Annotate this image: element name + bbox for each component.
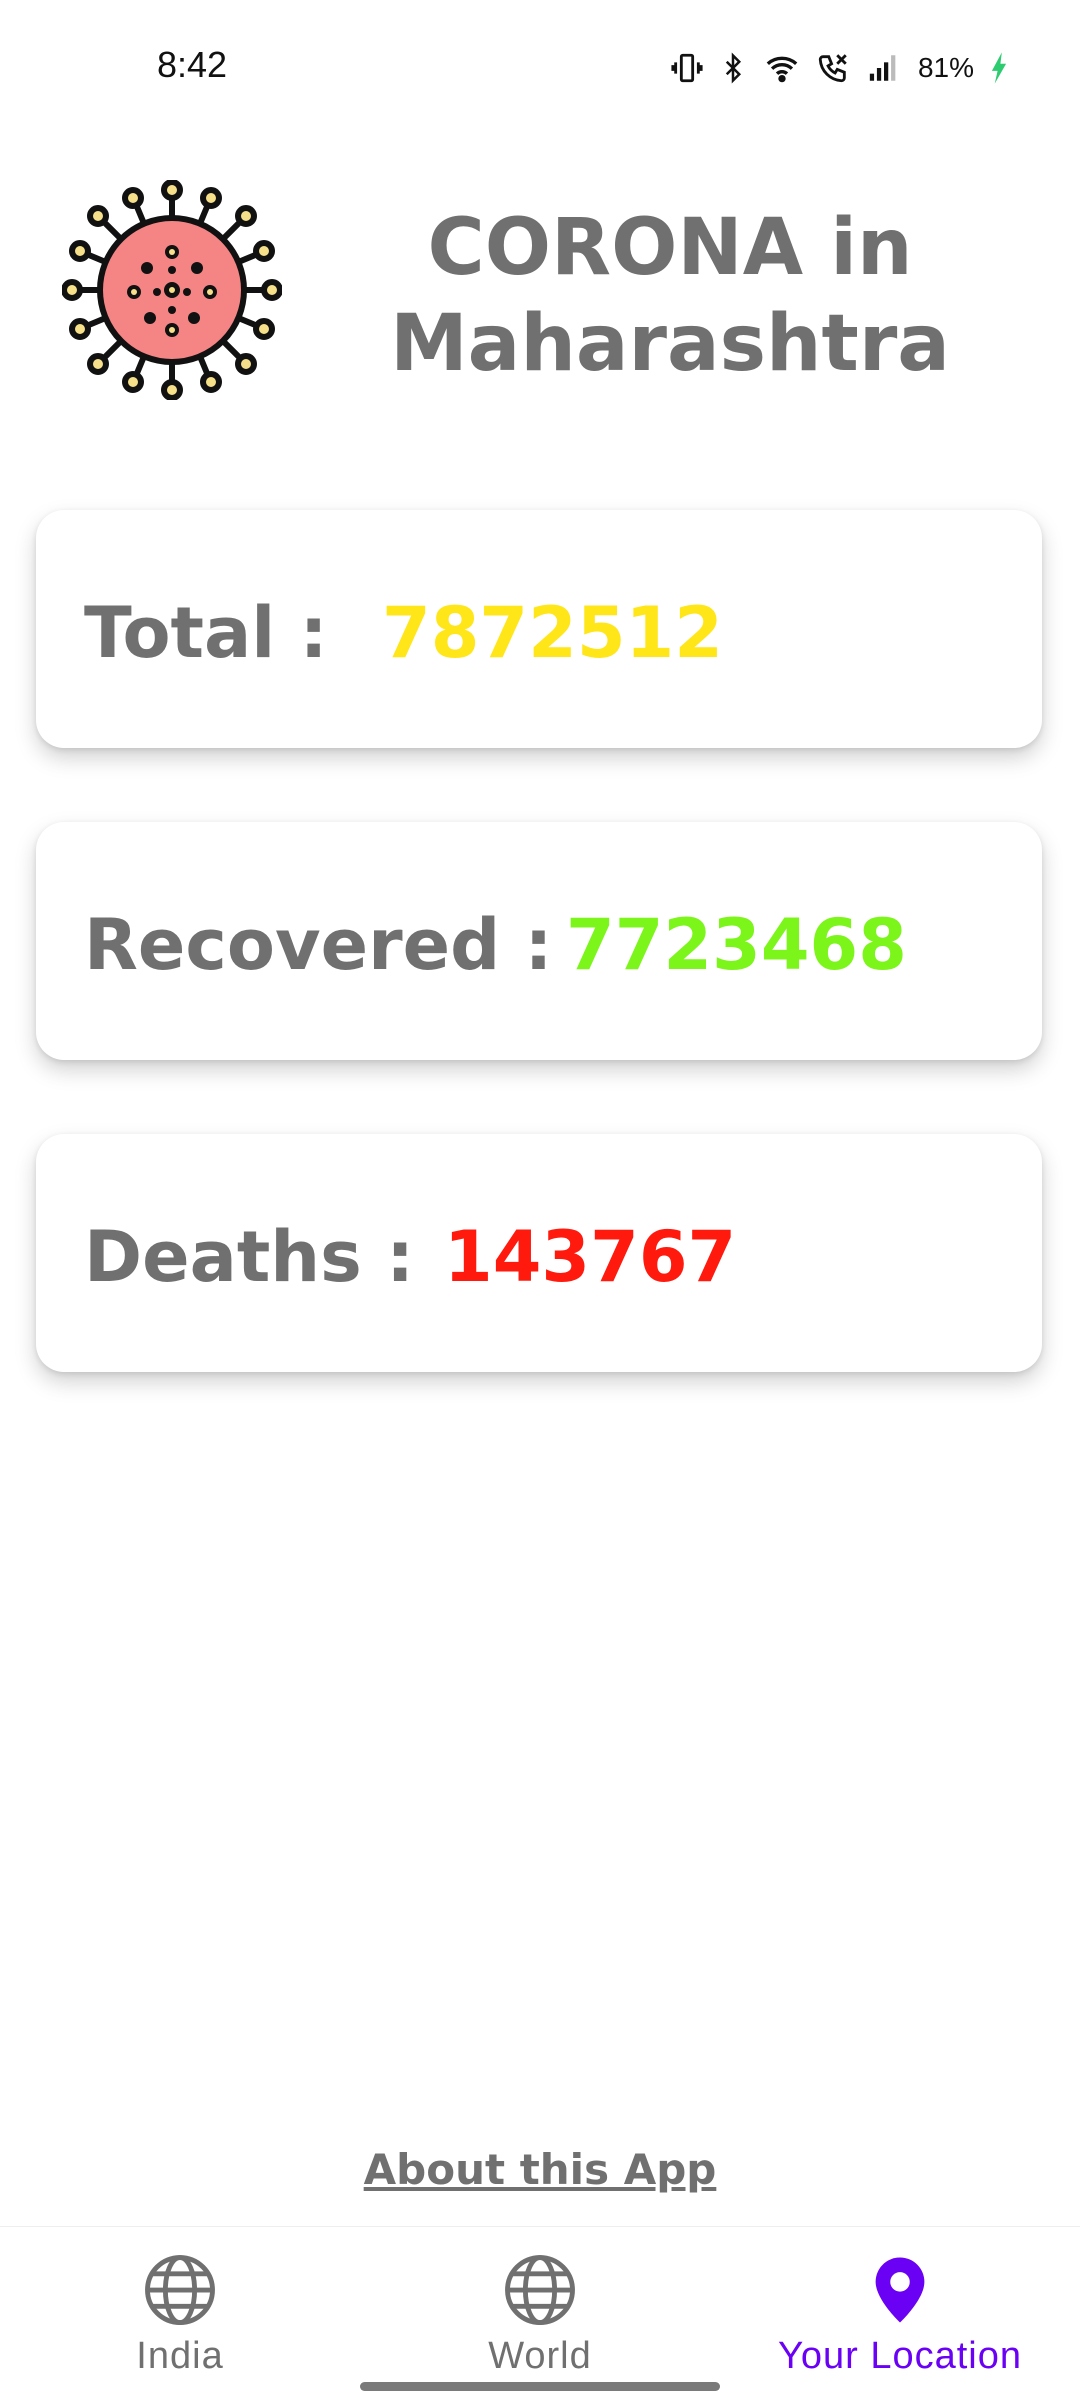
battery-charging-icon [991, 52, 1007, 84]
nav-label-world: World [488, 2335, 592, 2377]
deaths-card: Deaths : 143767 [36, 1134, 1042, 1372]
app-header: CORONA in Maharashtra [0, 180, 1080, 420]
nav-label-your-location: Your Location [777, 2335, 1022, 2377]
wifi-icon [766, 56, 798, 83]
status-bar: 8:42 81% [0, 0, 1080, 140]
page-title: CORONA in Maharashtra [360, 200, 980, 392]
call-icon [818, 54, 847, 83]
virus-icon [62, 180, 282, 400]
nav-item-world[interactable]: World [375, 2251, 705, 2391]
recovered-label: Recovered : [84, 904, 553, 986]
title-line-2: Maharashtra [390, 299, 950, 389]
bottom-navigation: India World Your Location [0, 2226, 1080, 2401]
globe-icon [505, 2255, 575, 2325]
total-card: Total : 7872512 [36, 510, 1042, 748]
location-pin-icon [875, 2257, 925, 2323]
status-icons: 81% [670, 44, 1010, 92]
nav-label-india: India [136, 2335, 224, 2377]
globe-icon [145, 2255, 215, 2325]
gesture-bar[interactable] [360, 2382, 720, 2391]
status-time: 8:42 [157, 44, 228, 85]
deaths-value: 143767 [444, 1216, 737, 1298]
recovered-card: Recovered : 7723468 [36, 822, 1042, 1060]
vibrate-icon [671, 53, 703, 83]
total-label: Total : [84, 592, 328, 674]
about-app-link[interactable]: About this App [0, 2145, 1080, 2194]
nav-item-india[interactable]: India [15, 2251, 345, 2391]
deaths-label: Deaths : [84, 1216, 415, 1298]
recovered-value: 7723468 [566, 904, 907, 986]
nav-item-your-location[interactable]: Your Location [735, 2251, 1065, 2391]
signal-icon [869, 55, 896, 81]
bluetooth-icon [725, 52, 741, 84]
title-line-1: CORONA in [427, 203, 913, 293]
total-value: 7872512 [382, 592, 723, 674]
battery-level: 81% [917, 52, 974, 83]
